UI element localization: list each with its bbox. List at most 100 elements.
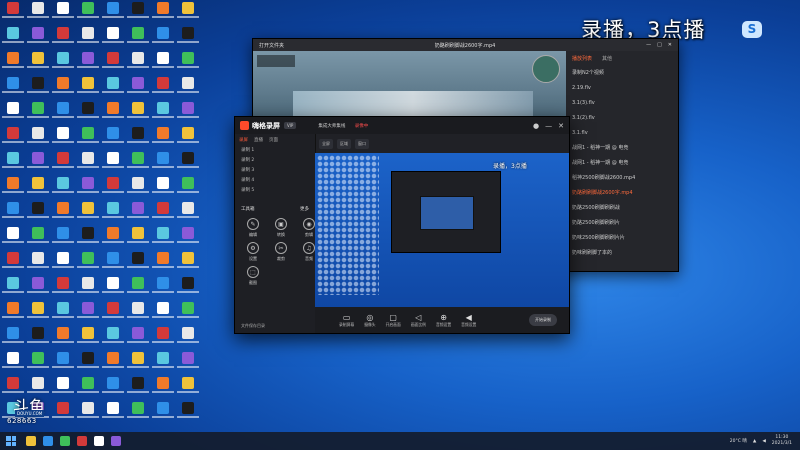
playlist-item[interactable]: 稻神2500刷脚战2600.mp4 [566,171,678,186]
desktop-shortcut-icon[interactable] [127,302,149,324]
desktop-shortcut-icon[interactable] [127,152,149,174]
desktop-shortcut-icon[interactable] [2,152,24,174]
playlist-item[interactable]: 奶味刷刷脚了本的 [566,246,678,261]
toolbox-tool[interactable]: ⚙ 设置 [241,242,265,262]
desktop-shortcut-icon[interactable] [52,327,74,349]
desktop-shortcut-icon[interactable] [77,377,99,399]
desktop-shortcut-icon[interactable] [152,177,174,199]
desktop-shortcut-icon[interactable] [177,402,199,424]
desktop-shortcut-icon[interactable] [52,227,74,249]
desktop-shortcut-icon[interactable] [27,127,49,149]
playlist-item[interactable]: 奶味2500刷脚刷刷片片 [566,231,678,246]
desktop-shortcut-icon[interactable] [2,302,24,324]
desktop-shortcut-icon[interactable] [102,152,124,174]
desktop-shortcut-icon[interactable] [127,202,149,224]
desktop-shortcut-icon[interactable] [52,277,74,299]
desktop-shortcut-icon[interactable] [2,77,24,99]
desktop-shortcut-icon[interactable] [102,52,124,74]
playlist-item[interactable]: 2.19.flv [566,81,678,96]
desktop-shortcut-icon[interactable] [52,302,74,324]
close-icon[interactable]: ✕ [558,122,564,130]
tab-other[interactable]: 其他 [602,55,612,62]
desktop-shortcut-icon[interactable] [102,227,124,249]
desktop-shortcut-icon[interactable] [102,402,124,424]
desktop-shortcut-icon[interactable] [102,77,124,99]
desktop-shortcut-icon[interactable] [2,127,24,149]
desktop-shortcut-icon[interactable] [177,202,199,224]
screen-recorder-window[interactable]: 嗨格录屏 VIP 集成大师集线 录像中 ● — ✕ 录屏 直播 页面 录制 1录… [234,116,570,334]
desktop-shortcut-icon[interactable] [102,352,124,374]
save-path-label[interactable]: 文件保存目录 [241,323,265,329]
minimize-icon[interactable]: — [545,122,552,130]
desktop-shortcut-icon[interactable] [52,52,74,74]
start-recording-button[interactable]: 开始录制 [529,314,557,326]
desktop-shortcut-icon[interactable] [102,202,124,224]
desktop-shortcut-icon[interactable] [27,177,49,199]
desktop-shortcut-icon[interactable] [27,277,49,299]
desktop-shortcut-icon[interactable] [102,377,124,399]
control-bar-button[interactable]: ◁ 画面比例 [411,313,426,328]
desktop-shortcut-icon[interactable] [102,2,124,24]
tab-live[interactable]: 直播 [254,137,263,143]
desktop-shortcut-icon[interactable] [27,2,49,24]
playlist-item[interactable]: 3.1(3).flv [566,96,678,111]
desktop-shortcut-icon[interactable] [177,2,199,24]
desktop-shortcut-icon[interactable] [127,2,149,24]
taskbar-app-icon[interactable] [77,436,87,446]
desktop-shortcut-icon[interactable] [177,377,199,399]
desktop-shortcut-icon[interactable] [77,227,99,249]
desktop-shortcut-icon[interactable] [52,2,74,24]
desktop-shortcut-icon[interactable] [2,227,24,249]
desktop-shortcut-icon[interactable] [127,77,149,99]
desktop-shortcut-icon[interactable] [52,127,74,149]
desktop-shortcut-icon[interactable] [177,252,199,274]
desktop-shortcut-icon[interactable] [152,352,174,374]
desktop-shortcut-icon[interactable] [77,127,99,149]
desktop-shortcut-icon[interactable] [177,102,199,124]
desktop-shortcut-icon[interactable] [152,252,174,274]
desktop-shortcut-icon[interactable] [152,302,174,324]
desktop-shortcut-icon[interactable] [177,327,199,349]
desktop-shortcut-icon[interactable] [77,102,99,124]
desktop-shortcut-icon[interactable] [27,152,49,174]
desktop-shortcut-icon[interactable] [102,102,124,124]
desktop-shortcut-icon[interactable] [77,327,99,349]
desktop-shortcut-icon[interactable] [52,102,74,124]
desktop-shortcut-icon[interactable] [77,252,99,274]
tab-page[interactable]: 页面 [269,137,278,143]
toolbox-tool[interactable]: ✂ 裁剪 [269,242,293,262]
taskbar-app-icon[interactable] [60,436,70,446]
taskbar-app-icon[interactable] [26,436,36,446]
desktop-shortcut-icon[interactable] [127,252,149,274]
desktop-shortcut-icon[interactable] [152,402,174,424]
desktop-shortcut-icon[interactable] [77,277,99,299]
desktop-shortcut-icon[interactable] [77,152,99,174]
desktop-shortcut-icon[interactable] [27,302,49,324]
toolbox-tool[interactable]: ✎ 编辑 [241,218,265,238]
desktop-shortcut-icon[interactable] [102,127,124,149]
vip-badge[interactable]: VIP [284,122,297,129]
desktop-shortcut-icon[interactable] [152,152,174,174]
desktop-shortcut-icon[interactable] [27,202,49,224]
mode-region[interactable]: 区域 [337,138,351,149]
desktop-shortcut-icon[interactable] [127,402,149,424]
desktop-shortcut-icon[interactable] [2,252,24,274]
recording-row[interactable]: 录制 3 [235,166,315,176]
desktop-shortcut-icon[interactable] [102,252,124,274]
desktop-shortcut-icon[interactable] [77,52,99,74]
volume-icon[interactable]: ◀ [762,439,765,444]
desktop-shortcut-icon[interactable] [177,152,199,174]
desktop-shortcut-icon[interactable] [177,352,199,374]
desktop-shortcut-icon[interactable] [27,27,49,49]
desktop-shortcut-icon[interactable] [127,327,149,349]
desktop-shortcut-icon[interactable] [27,77,49,99]
weather-widget[interactable]: 20°C 晴 [730,438,747,444]
toolbox-tool[interactable]: ▣ 转换 [269,218,293,238]
control-bar-button[interactable]: ⊕ 音频设置 [436,313,451,328]
playlist-item[interactable]: 战网1 - 稻神一期 @ 电竞 [566,141,678,156]
open-folder-button[interactable]: 打开文件夹 [259,42,284,49]
desktop-shortcut-icon[interactable] [152,102,174,124]
desktop-shortcut-icon[interactable] [2,277,24,299]
recording-row[interactable]: 录制 5 [235,186,315,196]
desktop-shortcut-icon[interactable] [152,52,174,74]
